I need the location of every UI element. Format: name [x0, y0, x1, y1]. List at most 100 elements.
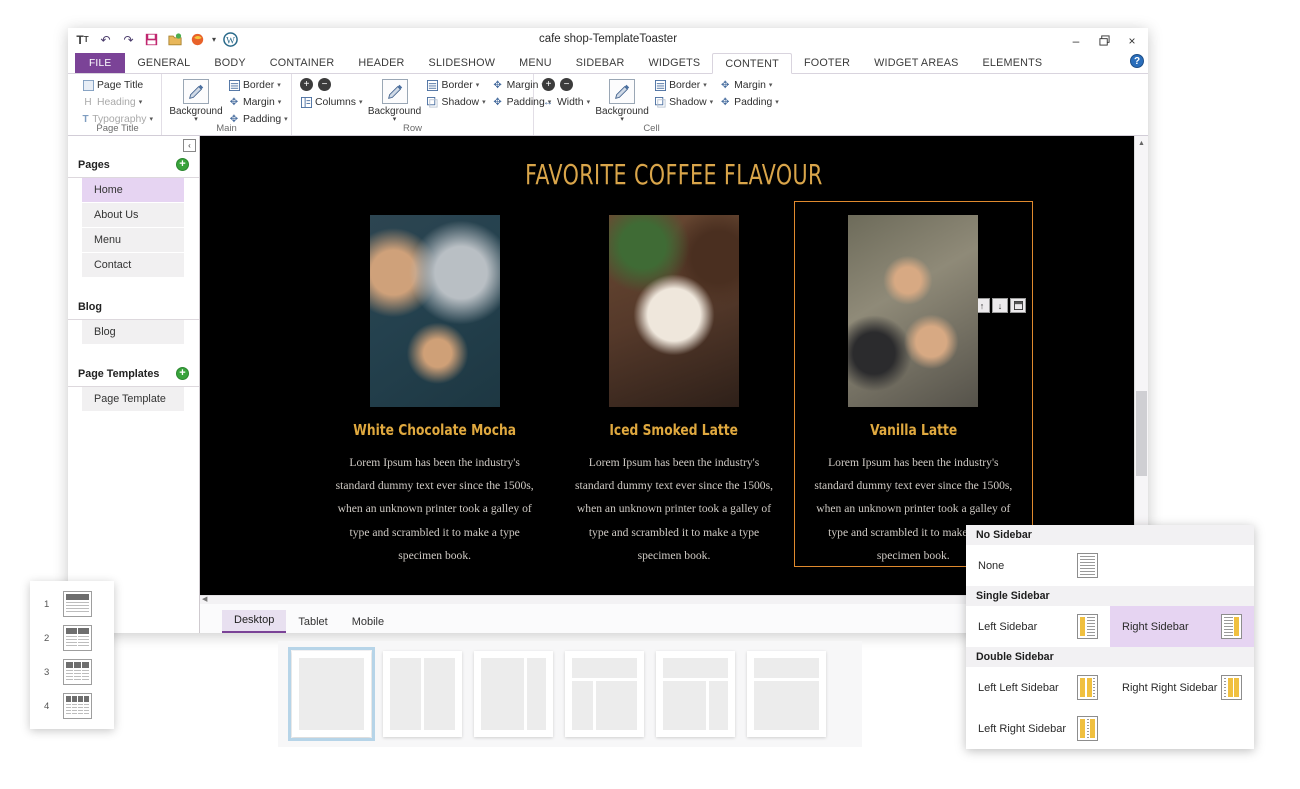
- layout-thumbnail-header-full-body[interactable]: [747, 651, 826, 737]
- layout-thumbnail-two-equal-columns[interactable]: [383, 651, 462, 737]
- layout-thumbnail-header-narrow-left-wide-right[interactable]: [565, 651, 644, 737]
- cell-width-button[interactable]: ↔ Width ▾: [542, 94, 590, 110]
- scroll-left-icon[interactable]: ◀: [202, 595, 207, 603]
- scrollbar-thumb[interactable]: [1136, 391, 1147, 476]
- sidebar-group-header-double-sidebar: Double Sidebar: [966, 647, 1254, 667]
- column-option-2[interactable]: 2: [30, 621, 114, 655]
- row-border-button[interactable]: Border ▾: [427, 77, 486, 93]
- content-card[interactable]: Iced Smoked Latte Lorem Ipsum has been t…: [554, 201, 793, 567]
- card-title[interactable]: Vanilla Latte: [820, 421, 1006, 439]
- card-title[interactable]: White Chocolate Mocha: [342, 421, 528, 439]
- tree-item-label: Menu: [94, 234, 121, 246]
- ribbon-tab-body[interactable]: BODY: [202, 53, 257, 73]
- cell-padding-button[interactable]: ✥ Padding ▾: [719, 94, 779, 110]
- chevron-down-icon: ▾: [587, 98, 591, 106]
- tab-desktop[interactable]: Desktop: [222, 610, 286, 633]
- restore-button[interactable]: [1090, 28, 1118, 53]
- card-body[interactable]: Lorem Ipsum has been the industry's stan…: [568, 451, 779, 567]
- chevron-down-icon: ▾: [149, 115, 153, 123]
- column-count-popup[interactable]: 1 2 3 4: [30, 581, 114, 729]
- card-image[interactable]: [370, 215, 500, 407]
- row-shadow-button[interactable]: Shadow ▾: [427, 94, 486, 110]
- card-title[interactable]: Iced Smoked Latte: [581, 421, 767, 439]
- ribbon-tab-slideshow[interactable]: SLIDESHOW: [417, 53, 508, 73]
- ribbon-tab-file[interactable]: FILE: [75, 53, 125, 73]
- sidebar-option-left-left-sidebar[interactable]: Left Left Sidebar: [966, 667, 1110, 708]
- minimize-button[interactable]: –: [1062, 28, 1090, 53]
- layout-thumbnail-header-wide-left-narrow-right[interactable]: [656, 651, 735, 737]
- remove-cell-icon[interactable]: −: [560, 78, 573, 91]
- sidebar-item-home[interactable]: Home: [82, 178, 184, 203]
- sidebar-item-menu[interactable]: Menu: [82, 228, 184, 253]
- layout-thumbnail-strip: [278, 641, 862, 747]
- column-option-number: 1: [44, 599, 50, 610]
- content-card[interactable]: White Chocolate Mocha Lorem Ipsum has be…: [315, 201, 554, 567]
- ribbon-tab-footer[interactable]: FOOTER: [792, 53, 862, 73]
- close-button[interactable]: ×: [1118, 28, 1146, 53]
- add-page-template-icon[interactable]: +: [176, 367, 189, 380]
- tree-section-header-blog: Blog: [68, 294, 199, 320]
- column-option-4[interactable]: 4: [30, 689, 114, 723]
- add-row-icon[interactable]: +: [300, 78, 313, 91]
- row-background-button[interactable]: Background ▾: [369, 77, 421, 123]
- tab-mobile[interactable]: Mobile: [340, 612, 396, 633]
- column-option-1[interactable]: 1: [30, 587, 114, 621]
- cell-margin-button[interactable]: ✥ Margin ▾: [719, 77, 779, 93]
- add-cell-icon[interactable]: +: [542, 78, 555, 91]
- sidebar-option-right-right-sidebar[interactable]: Right Right Sidebar: [1110, 667, 1254, 708]
- cell-margin-label: Margin: [734, 80, 766, 91]
- ribbon-tab-content[interactable]: CONTENT: [712, 53, 792, 74]
- padding-icon: ✥: [492, 96, 504, 108]
- cell-background-button[interactable]: Background ▾: [596, 77, 648, 123]
- main-border-button[interactable]: Border ▾: [228, 77, 288, 93]
- tab-tablet[interactable]: Tablet: [286, 612, 339, 633]
- window-controls: – ×: [1062, 28, 1146, 53]
- ribbon-tab-widgets[interactable]: WIDGETS: [637, 53, 713, 73]
- content-card-selected[interactable]: Vanilla Latte Lorem Ipsum has been the i…: [794, 201, 1033, 567]
- cell-shadow-button[interactable]: Shadow ▾: [654, 94, 713, 110]
- sidebar-item-page-template[interactable]: Page Template: [82, 387, 184, 412]
- sidebar-item-contact[interactable]: Contact: [82, 253, 184, 278]
- cell-width-label: Width: [557, 97, 584, 108]
- ribbon-tab-container[interactable]: CONTAINER: [258, 53, 347, 73]
- remove-row-icon[interactable]: −: [318, 78, 331, 91]
- margin-icon: ✥: [719, 79, 731, 91]
- sidebar-option-left-sidebar[interactable]: Left Sidebar: [966, 606, 1110, 647]
- card-image[interactable]: [609, 215, 739, 407]
- ribbon-tab-general[interactable]: GENERAL: [125, 53, 202, 73]
- add-page-icon[interactable]: +: [176, 158, 189, 171]
- cell-border-button[interactable]: Border ▾: [654, 77, 713, 93]
- layout-thumbnail-wide-left-narrow-right[interactable]: [474, 651, 553, 737]
- collapse-panel-icon[interactable]: ‹: [183, 139, 196, 152]
- help-icon[interactable]: ?: [1130, 54, 1144, 68]
- layout-thumbnail-full-width[interactable]: [292, 651, 371, 737]
- sidebar-item-blog[interactable]: Blog: [82, 320, 184, 345]
- chevron-down-icon: ▾: [476, 81, 480, 89]
- ribbon-tab-widget-areas[interactable]: WIDGET AREAS: [862, 53, 970, 73]
- heading-button[interactable]: H Heading ▾: [82, 94, 153, 110]
- ribbon-tab-header[interactable]: HEADER: [346, 53, 416, 73]
- page-title-button[interactable]: Page Title: [82, 77, 153, 93]
- paintbrush-icon: [382, 79, 408, 104]
- left-sidebar-icon: [1077, 614, 1098, 639]
- sidebar-layout-dropdown[interactable]: No Sidebar None Single Sidebar Left Side…: [966, 525, 1254, 749]
- no-sidebar-icon: [1077, 553, 1098, 578]
- ribbon-tab-menu[interactable]: MENU: [507, 53, 564, 73]
- sidebar-item-about-us[interactable]: About Us: [82, 203, 184, 228]
- ribbon-tab-elements[interactable]: ELEMENTS: [971, 53, 1055, 73]
- sidebar-option-left-right-sidebar[interactable]: Left Right Sidebar: [966, 708, 1110, 749]
- sidebar-option-right-sidebar[interactable]: Right Sidebar: [1110, 606, 1254, 647]
- scroll-up-icon[interactable]: ▲: [1135, 136, 1148, 150]
- card-image[interactable]: [848, 215, 978, 407]
- row-columns-button[interactable]: Columns ▾: [300, 94, 363, 110]
- column-option-3[interactable]: 3: [30, 655, 114, 689]
- right-sidebar-icon: [1221, 614, 1242, 639]
- main-margin-button[interactable]: ✥ Margin ▾: [228, 94, 288, 110]
- main-background-button[interactable]: Background ▾: [170, 77, 222, 123]
- page-title[interactable]: FAVORITE COFFEE FLAVOUR: [285, 136, 1062, 191]
- ribbon-group-cell: + − ↔ Width ▾ Background ▾: [534, 74, 769, 135]
- sidebar-option-none[interactable]: None: [966, 545, 1110, 586]
- ribbon-tab-sidebar[interactable]: SIDEBAR: [564, 53, 637, 73]
- row-add-remove-controls: + −: [300, 78, 363, 91]
- card-body[interactable]: Lorem Ipsum has been the industry's stan…: [329, 451, 540, 567]
